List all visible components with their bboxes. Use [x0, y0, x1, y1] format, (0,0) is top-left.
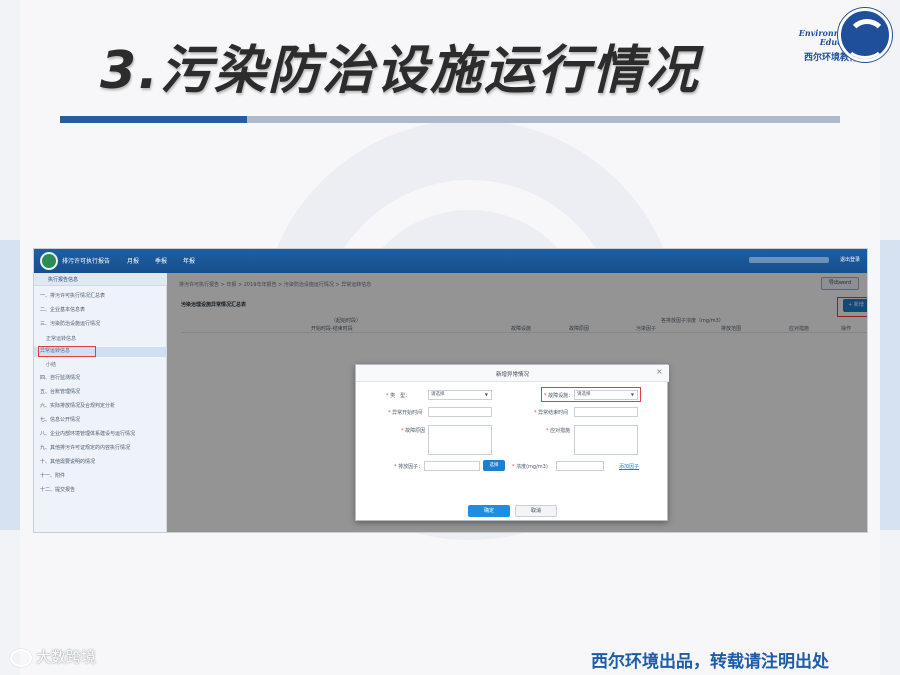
sidebar-item[interactable]: 十一、附件 [40, 472, 65, 479]
dialog-title: 新增异常情况 [495, 372, 529, 378]
sidebar-item[interactable]: 八、企业内部环境管理体系建设与运行情况 [40, 430, 135, 437]
highlight-box-sidebar [38, 346, 96, 357]
end-time-label: * 异常结束时间 [534, 410, 569, 416]
brand-logo: China Environmental Educators 西尔环境教育 [780, 6, 895, 66]
sidebar-item[interactable]: 二、企业基本信息表 [40, 306, 85, 313]
measure-label: * 应对措施 [546, 428, 571, 434]
nav-monthly[interactable]: 月报 [127, 256, 139, 265]
title-underline [60, 116, 840, 123]
sidebar-header: 执行报告信息 [34, 273, 167, 286]
concentration-input[interactable] [556, 461, 604, 471]
side-decoration-right [880, 240, 900, 530]
footer-credit: 西尔环境出品，转载请注明出处 [591, 652, 829, 672]
user-name [749, 257, 829, 263]
sidebar-subitem[interactable]: 小结 [46, 361, 56, 368]
add-anomaly-dialog: 新增异常情况 × * 类 型： 请选择 ▼ * 故障设施： 请选择 ▼ * 异常开始… [355, 364, 669, 521]
add-factor-link[interactable]: 添加因子 [619, 463, 639, 470]
footer-watermark-text: 大数跨境 [36, 648, 97, 666]
confirm-button[interactable]: 确定 [468, 505, 510, 517]
type-select[interactable]: 请选择 ▼ [428, 390, 492, 400]
app-topbar: 排污许可执行报告 月报 季报 年报 退出登录 [34, 249, 867, 273]
measure-label-text: 应对措施 [550, 428, 571, 434]
sidebar-item[interactable]: 三、污染防治设施运行情况 [40, 320, 100, 327]
sidebar-item[interactable]: 四、自行监测情况 [40, 374, 80, 381]
end-time-label-text: 异常结束时间 [538, 410, 569, 416]
type-select-value: 请选择 [431, 392, 445, 397]
reason-textarea[interactable] [428, 425, 492, 455]
sidebar-item[interactable]: 十、其他需要说明的情况 [40, 458, 95, 465]
concentration-label-text: 浓度(mg/m3) [516, 464, 548, 470]
start-time-input[interactable] [428, 407, 492, 417]
nav-annual[interactable]: 年报 [183, 256, 195, 265]
footer-watermark: 大数跨境 [10, 646, 96, 667]
side-decoration-left [0, 240, 20, 530]
start-time-label: * 异常开始时间 [388, 410, 423, 416]
close-icon[interactable]: × [656, 368, 663, 376]
reason-label-text: 故障原因 [405, 428, 426, 434]
measure-textarea[interactable] [574, 425, 638, 455]
cancel-button[interactable]: 取消 [515, 505, 557, 517]
sidebar-item[interactable]: 十二、提交报告 [40, 486, 75, 493]
highlight-box-facility [541, 387, 641, 402]
sidebar-item[interactable]: 一、排污许可执行情况汇总表 [40, 292, 105, 299]
factor-label-text: 排放因子： [398, 464, 424, 470]
nav-quarterly[interactable]: 季报 [155, 256, 167, 265]
sidebar: 执行报告信息 一、排污许可执行情况汇总表 二、企业基本信息表 三、污染防治设施运… [34, 273, 167, 532]
caret-down-icon: ▼ [484, 392, 488, 397]
sidebar-item[interactable]: 九、其他排污许可证规定的内容执行情况 [40, 444, 130, 451]
sidebar-item[interactable]: 五、台账管理情况 [40, 388, 80, 395]
dialog-header: 新增异常情况 × [356, 365, 669, 382]
concentration-label: * 浓度(mg/m3) [512, 464, 548, 470]
logout-link[interactable]: 退出登录 [840, 256, 860, 263]
end-time-input[interactable] [574, 407, 638, 417]
select-factor-button[interactable]: 选择 [483, 460, 505, 471]
factor-input[interactable] [424, 461, 480, 471]
logo-circle-icon [838, 8, 892, 62]
type-label: * 类 型： [386, 393, 411, 399]
sidebar-item[interactable]: 六、实际排放情况及合规判定分析 [40, 402, 115, 409]
sidebar-item[interactable]: 七、信息公开情况 [40, 416, 80, 423]
type-label-text: 类 型： [390, 393, 411, 399]
slide-title: 3.污染防治设施运行情况 [100, 41, 700, 101]
sidebar-subitem[interactable]: 正常运转信息 [46, 335, 76, 342]
watermark-logo-icon [10, 648, 32, 667]
app-title: 排污许可执行报告 [62, 258, 111, 265]
app-logo-icon [40, 252, 58, 270]
start-time-label-text: 异常开始时间 [392, 410, 423, 416]
sidebar-header-label: 执行报告信息 [48, 277, 79, 283]
reason-label: * 故障原因 [401, 428, 426, 434]
factor-label: * 排放因子： [394, 464, 424, 470]
